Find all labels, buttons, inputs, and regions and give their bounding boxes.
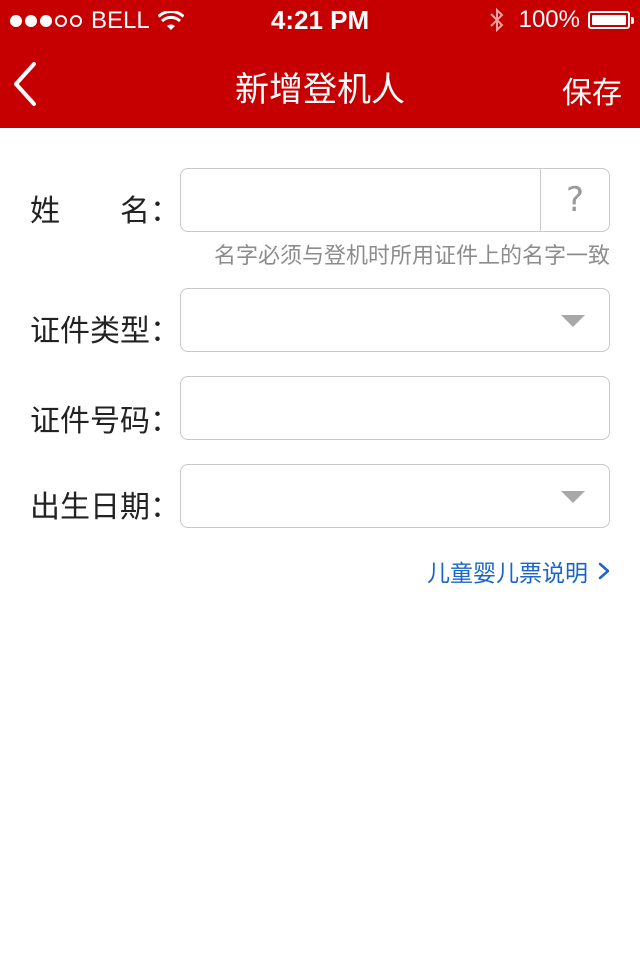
page-title: 新增登机人 bbox=[235, 70, 405, 110]
status-bar: BELL 4:21 PM 100% bbox=[0, 0, 640, 40]
caret-down-icon bbox=[561, 315, 585, 327]
battery-percent: 100% bbox=[518, 6, 580, 33]
birth-date-label: 出生日期： bbox=[30, 490, 180, 525]
name-hint: 名字必须与登机时所用证件上的名字一致 bbox=[213, 244, 610, 269]
link-label: 儿童婴儿票说明 bbox=[427, 561, 588, 587]
help-button[interactable]: ? bbox=[540, 169, 609, 231]
id-type-label: 证件类型： bbox=[30, 314, 180, 349]
child-infant-ticket-link[interactable]: 儿童婴儿票说明 bbox=[427, 554, 610, 588]
caret-down-icon bbox=[561, 491, 585, 503]
name-input-wrap bbox=[181, 169, 541, 231]
save-button[interactable]: 保存 bbox=[562, 68, 622, 112]
nav-bar: 新增登机人 保存 bbox=[0, 40, 640, 128]
name-label: 姓 名： bbox=[30, 194, 180, 229]
status-right: 100% bbox=[489, 6, 634, 34]
chevron-right-icon bbox=[598, 562, 610, 580]
app-header: BELL 4:21 PM 100% 新增登机人 保存 bbox=[0, 0, 640, 128]
bluetooth-icon bbox=[489, 7, 504, 33]
name-input[interactable] bbox=[181, 169, 541, 231]
battery-icon bbox=[588, 11, 634, 29]
id-type-select[interactable] bbox=[180, 288, 610, 352]
name-field: ? bbox=[180, 168, 610, 232]
id-number-input[interactable] bbox=[181, 377, 609, 439]
birth-date-select[interactable] bbox=[180, 464, 610, 528]
id-number-label: 证件号码： bbox=[30, 404, 180, 439]
id-number-field bbox=[180, 376, 610, 440]
